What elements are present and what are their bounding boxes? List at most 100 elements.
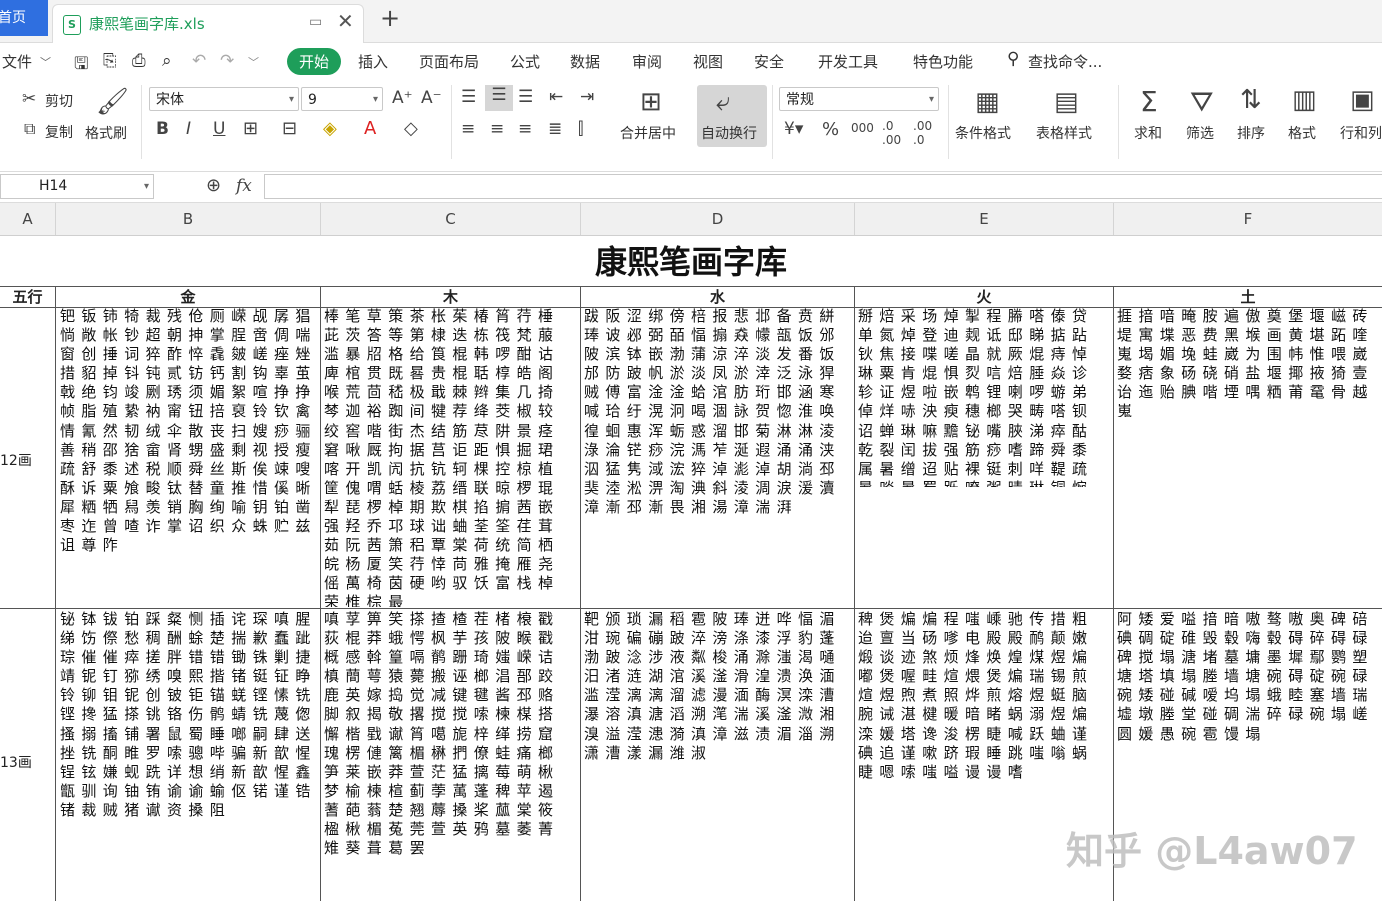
distributed-icon[interactable]: ⫿	[578, 119, 583, 139]
sum-button[interactable]: 求和	[1134, 123, 1162, 143]
menu-view[interactable]: 视图	[693, 51, 723, 72]
new-tab-icon[interactable]: +	[380, 4, 400, 32]
tab-home[interactable]: 首页	[0, 0, 48, 36]
tab-document[interactable]: S 康熙笔画字库.xls ▭ ✕	[52, 4, 364, 43]
align-left-icon[interactable]: ≡	[461, 119, 475, 139]
indent-increase-icon[interactable]: ⇥	[580, 87, 594, 107]
menu-special[interactable]: 特色功能	[913, 51, 973, 72]
merge-center-button[interactable]: 合并居中	[620, 123, 676, 143]
print-icon[interactable]: ⎙	[132, 51, 146, 71]
filter-icon[interactable]: ⛛	[1190, 85, 1214, 119]
merge-center-icon[interactable]: ⊞	[640, 87, 662, 117]
highlight-color-icon[interactable]: ◈	[323, 118, 337, 139]
menu-developer[interactable]: 开发工具	[818, 51, 878, 72]
format-icon[interactable]: ▥	[1292, 85, 1317, 115]
increase-decimal-icon[interactable]: .0.00	[882, 119, 901, 147]
search-command[interactable]: 查找命令...	[1028, 51, 1102, 72]
search-icon[interactable]: ⚲	[1007, 49, 1019, 69]
chars-12-tu[interactable]: 捱揞喑晻胺遍傲奠堡堰嵫砖堤寓堞恶费黑堠画黄堪跖喹嵬堨媚堍蛙崴为围帏惟喂崴婺痞象砀…	[1117, 307, 1381, 417]
sum-icon[interactable]: Σ	[1140, 85, 1158, 118]
format-painter-button[interactable]: 格式刷	[85, 123, 127, 143]
chars-12-mu[interactable]: 棒笔草策茶枨茱椿筲荇棰茈茨答等第棣迭栋筏梵菔滥暴牊格给筤棍韩啰酣诂庳棺贯既晷贵棍…	[324, 307, 580, 607]
justify-icon[interactable]: ≣	[548, 119, 562, 139]
quick-access-chevron-icon[interactable]: ﹀	[248, 54, 259, 70]
align-top-icon[interactable]: ☰	[461, 87, 476, 107]
align-bottom-icon[interactable]: ☰	[518, 87, 533, 107]
italic-icon[interactable]: I	[186, 119, 191, 139]
chars-13-jin[interactable]: 铋钵钹铂踩粲恻插诧琛嗔腥绨饬傺愁稠酬蜍楚揣歉蠢跐琮催催瘁搓胖错错锄铢剿捷靖铌钉猕…	[60, 610, 320, 900]
clear-format-icon[interactable]: ◇	[404, 118, 418, 139]
spreadsheet-grid[interactable]: 康熙笔画字库 五行 金 木 水 火 土 12画 钯钣铈犄裁残伧厕嵘觇孱猖惝敞帐钞…	[0, 236, 1382, 901]
chars-13-mu[interactable]: 嗔莩箅笑搽揸楂茬楮榱戳荻棍莽蛾愕枫芋孩陂睺戳概感斡篁嗝鹡跚琦媸嵘诘槙蕳萼猿薨搬诬…	[324, 610, 580, 900]
table-style-icon[interactable]: ▤	[1054, 87, 1079, 117]
increase-font-icon[interactable]: A⁺	[392, 88, 413, 108]
percent-icon[interactable]: %	[822, 119, 839, 140]
currency-icon[interactable]: ¥▾	[784, 119, 803, 139]
number-format-select[interactable]: 常规 ▾	[779, 87, 939, 111]
print-preview-icon[interactable]: ⌕	[162, 51, 172, 71]
column-header-a[interactable]: A	[0, 203, 56, 235]
column-header-b[interactable]: B	[56, 203, 321, 235]
filter-button[interactable]: 筛选	[1186, 123, 1214, 143]
chars-12-huo[interactable]: 掰焙采场焯掣程幐嗒傣贷单氮焯登迪觌诋邸睇掂跕钬焦接喋嗟晶就厥焜痔悼琳粟肯焜惧烮唁…	[858, 307, 1113, 487]
font-name-select[interactable]: 宋体 ▾	[149, 87, 299, 111]
header-jin: 金	[56, 287, 321, 307]
menu-review[interactable]: 审阅	[632, 51, 662, 72]
wrap-text-icon[interactable]: ⤶	[716, 87, 731, 118]
table-style-button[interactable]: 表格样式	[1036, 123, 1092, 143]
conditional-format-icon[interactable]: ▦	[975, 87, 1000, 117]
thousands-icon[interactable]: 000	[851, 121, 874, 135]
scissors-icon[interactable]: ✂	[22, 89, 36, 109]
menu-page-layout[interactable]: 页面布局	[419, 51, 479, 72]
undo-icon[interactable]: ↶	[192, 51, 206, 71]
export-icon[interactable]: ⎘	[103, 51, 117, 71]
menu-insert[interactable]: 插入	[358, 51, 388, 72]
font-color-icon[interactable]: A	[364, 118, 376, 139]
indent-decrease-icon[interactable]: ⇤	[549, 87, 563, 107]
underline-icon[interactable]: U	[213, 119, 225, 139]
wrap-text-button[interactable]: 自动换行	[701, 123, 757, 143]
bold-icon[interactable]: B	[156, 119, 169, 139]
redo-icon[interactable]: ↷	[220, 51, 234, 71]
format-painter-icon[interactable]: 🖌	[96, 87, 129, 117]
close-icon[interactable]: ✕	[337, 9, 354, 33]
align-right-icon[interactable]: ≡	[518, 119, 532, 139]
row-column-button[interactable]: 行和列	[1340, 123, 1382, 143]
save-icon[interactable]: 🖫	[74, 51, 88, 80]
chars-13-huo[interactable]: 稗煲煸煸程嗤嵊驰传措粗迨亶当砀嗲电殿殿鸸颠嫩煅谈迹煞烦烽焕煌煤煜煸嘟煲喔畦煊煨煲…	[858, 610, 1113, 810]
format-button[interactable]: 格式	[1288, 123, 1316, 143]
formula-input[interactable]	[264, 174, 1382, 199]
chars-12-jin[interactable]: 钯钣铈犄裁残伧厕嵘觇孱猖惝敞帐钞超朝抻掌脭啻倜喘窗创捶词猝酢悴毳皴嵯痤矬措貂掉钭…	[60, 307, 320, 607]
chars-12-shui[interactable]: 跋阪涩绑傍棓报悲邶备贲絣琫诐邲弼皕愊搧猋幪瓿饭邠陂滨钵嵌渤蒲涼淬淡发番饭邡防跛帆…	[584, 307, 854, 537]
align-middle-icon[interactable]: ☰	[485, 85, 513, 111]
sort-icon[interactable]: ⇅	[1240, 85, 1262, 115]
cut-button[interactable]: 剪切	[45, 91, 73, 111]
chars-13-tu[interactable]: 阿矮爱嗌揞暗嗷骜嗷奥碑碚碘碉碇碓毁毂嗨毂碍碎碍碌碑搅塌溏堵墓墉墨墀鄢鹦塑塘塔填塌…	[1117, 610, 1381, 760]
zoom-icon[interactable]: ⊕	[206, 175, 221, 196]
chevron-down-icon[interactable]: ﹀	[40, 54, 51, 70]
menu-file[interactable]: 文件	[2, 51, 32, 72]
decrease-font-icon[interactable]: A⁻	[421, 88, 442, 108]
column-header-e[interactable]: E	[855, 203, 1114, 235]
column-header-d[interactable]: D	[581, 203, 855, 235]
row-column-icon[interactable]: ▣	[1350, 85, 1375, 115]
name-box[interactable]: H14 ▾	[0, 174, 154, 199]
column-header-f[interactable]: F	[1114, 203, 1382, 235]
cell-fill-icon[interactable]: ⊟	[282, 118, 297, 139]
menu-formulas[interactable]: 公式	[510, 51, 540, 72]
border-icon[interactable]: ⊞	[243, 118, 258, 139]
menu-security[interactable]: 安全	[754, 51, 784, 72]
menu-start[interactable]: 开始	[287, 48, 342, 75]
decrease-decimal-icon[interactable]: .00.0	[913, 119, 932, 147]
menu-data[interactable]: 数据	[570, 51, 600, 72]
copy-icon[interactable]: ⧉	[24, 119, 35, 139]
sort-button[interactable]: 排序	[1237, 123, 1265, 143]
column-header-c[interactable]: C	[321, 203, 581, 235]
fx-icon[interactable]: fx	[236, 176, 252, 196]
copy-button[interactable]: 复制	[45, 122, 73, 142]
align-center-icon[interactable]: ≡	[490, 119, 504, 139]
font-size-select[interactable]: 9 ▾	[301, 87, 383, 111]
conditional-format-button[interactable]: 条件格式	[955, 123, 1011, 143]
window-mode-icon[interactable]: ▭	[309, 14, 322, 30]
chars-13-shui[interactable]: 靶颁琐漏稻雹陂琫迸哗愊湄泔琬碥磞跛淬滂涤漆浮豹蓬渤跛淰涉液粼梭涌滁滍渴嗵汨渚涟湖…	[584, 610, 854, 810]
